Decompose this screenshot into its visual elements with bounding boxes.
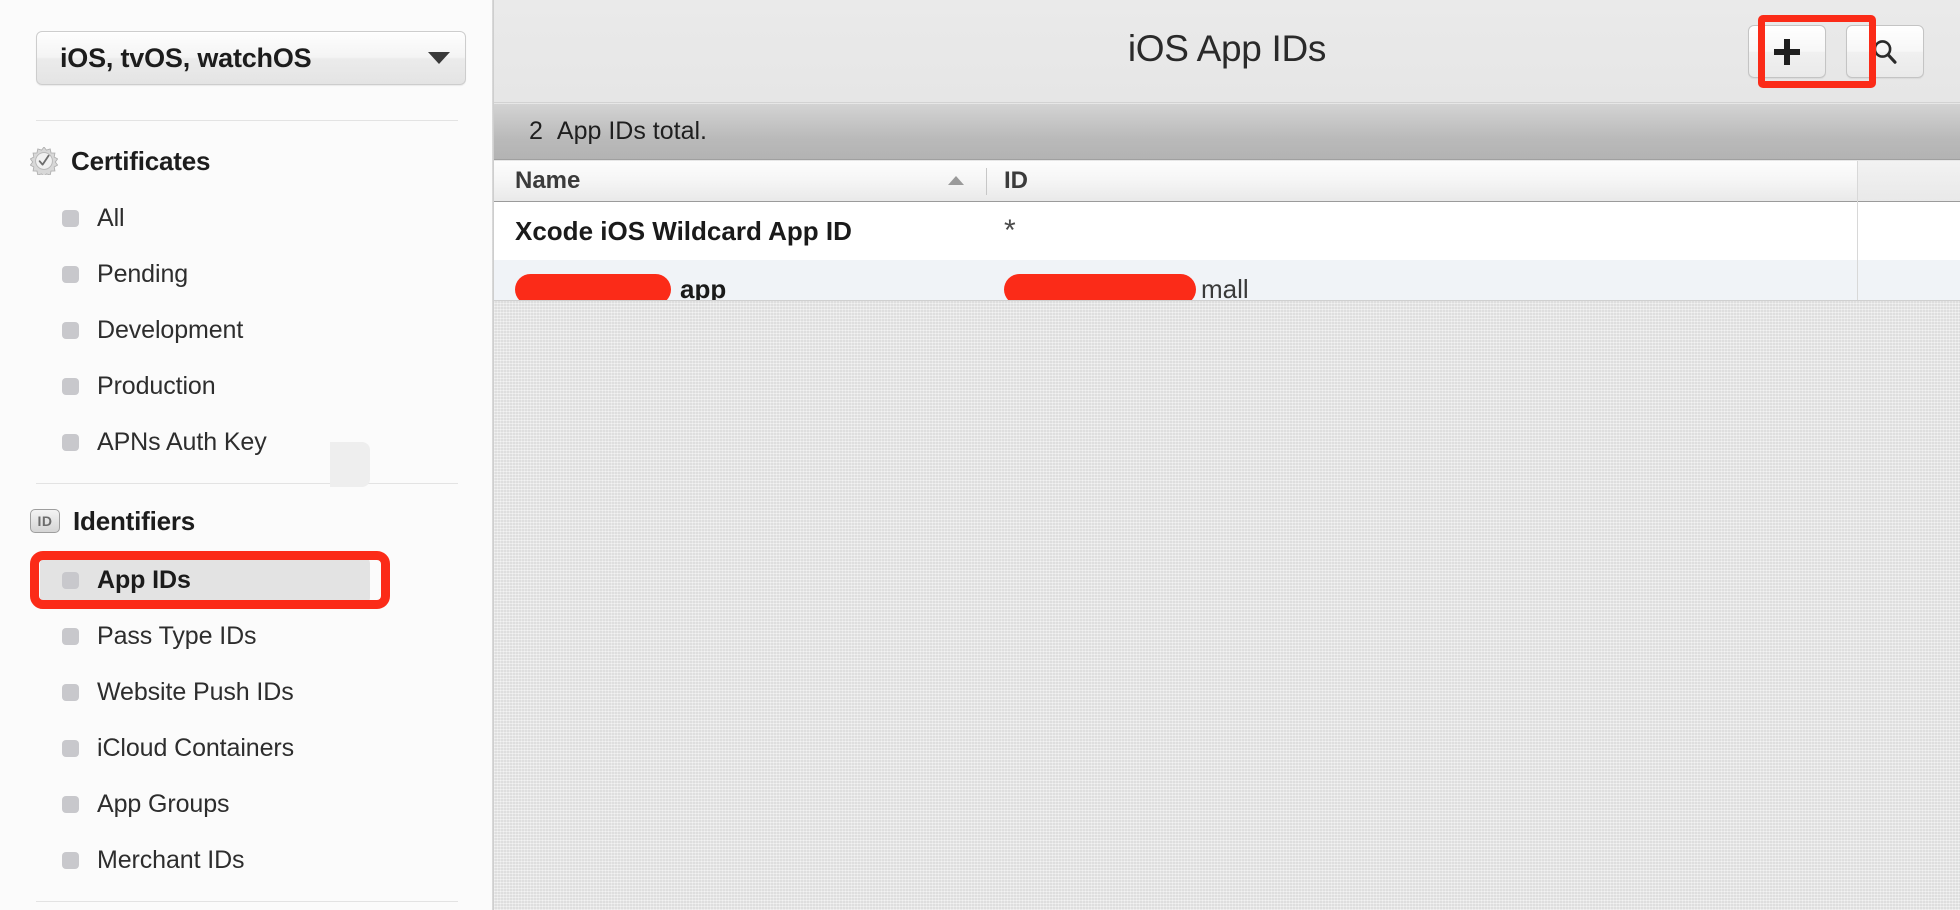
sort-ascending-icon bbox=[948, 176, 964, 185]
cell-name: Xcode iOS Wildcard App ID bbox=[515, 215, 852, 246]
sidebar-item-merchant-ids[interactable]: Merchant IDs bbox=[40, 838, 460, 882]
sidebar-border bbox=[492, 0, 494, 910]
sidebar-item-label: APNs Auth Key bbox=[97, 427, 267, 456]
sidebar-item-development[interactable]: Development bbox=[40, 308, 460, 352]
chevron-down-icon bbox=[413, 52, 465, 64]
sidebar-item-label: All bbox=[97, 203, 125, 232]
sidebar-section-certificates: Certificates bbox=[30, 144, 210, 178]
table-row[interactable]: Xcode iOS Wildcard App ID * bbox=[494, 202, 1960, 260]
bullet-icon bbox=[62, 377, 79, 395]
bullet-icon bbox=[62, 627, 79, 645]
sidebar-item-pending[interactable]: Pending bbox=[40, 252, 460, 296]
sidebar-item-label: App Groups bbox=[97, 789, 230, 818]
column-header-name[interactable]: Name bbox=[494, 161, 986, 201]
bullet-icon bbox=[62, 433, 79, 451]
sidebar-item-label: App IDs bbox=[97, 566, 191, 594]
header-button-group bbox=[1748, 25, 1924, 78]
main-content: iOS App IDs 2 App IDs total. Name ID Xco… bbox=[494, 0, 1960, 910]
platform-select[interactable]: iOS, tvOS, watchOS bbox=[36, 31, 466, 85]
sidebar-item-label: Website Push IDs bbox=[97, 677, 294, 706]
sidebar-item-icloud-containers[interactable]: iCloud Containers bbox=[40, 726, 460, 770]
sidebar-section-identifiers: ID Identifiers bbox=[30, 504, 195, 538]
sidebar-divider-bottom bbox=[36, 901, 458, 902]
sidebar-item-all[interactable]: All bbox=[40, 196, 460, 240]
status-bar: 2 App IDs total. bbox=[494, 104, 1960, 160]
bullet-icon bbox=[62, 739, 79, 757]
cell-id: * bbox=[1004, 214, 1016, 247]
bullet-icon bbox=[62, 851, 79, 869]
sidebar-item-pass-type-ids[interactable]: Pass Type IDs bbox=[40, 614, 460, 658]
sidebar-item-label: Pending bbox=[97, 259, 189, 288]
sidebar-item-app-groups[interactable]: App Groups bbox=[40, 782, 460, 826]
table-header-row: Name ID bbox=[494, 161, 1960, 202]
sidebar-item-label: Production bbox=[97, 371, 216, 400]
sidebar-divider-top bbox=[36, 120, 458, 121]
sidebar-item-label: Development bbox=[97, 315, 244, 344]
sidebar-content: iOS, tvOS, watchOS Certificates All Pend… bbox=[0, 0, 493, 910]
sidebar-section-title: Certificates bbox=[71, 145, 211, 176]
sidebar-item-production[interactable]: Production bbox=[40, 364, 460, 408]
sidebar-item-label: iCloud Containers bbox=[97, 733, 295, 762]
app-ids-table: Name ID Xcode iOS Wildcard App ID * app … bbox=[494, 161, 1960, 318]
column-header-label: Name bbox=[515, 167, 581, 194]
bullet-icon bbox=[62, 209, 79, 227]
sidebar-divider-middle bbox=[36, 483, 458, 484]
app-id-count-label: App IDs total. bbox=[556, 117, 707, 145]
bullet-icon bbox=[62, 795, 79, 813]
add-button[interactable] bbox=[1748, 25, 1826, 78]
search-icon bbox=[1870, 37, 1900, 67]
sidebar: iOS, tvOS, watchOS Certificates All Pend… bbox=[0, 0, 493, 910]
page-title: iOS App IDs bbox=[1127, 28, 1327, 69]
sidebar-item-website-push-ids[interactable]: Website Push IDs bbox=[40, 670, 460, 714]
column-header-label: ID bbox=[1004, 167, 1028, 194]
bullet-icon bbox=[62, 683, 79, 701]
table-scroll-gutter-edge bbox=[1857, 161, 1858, 300]
platform-select-value: iOS, tvOS, watchOS bbox=[60, 42, 312, 73]
table-scroll-gutter-header bbox=[1858, 161, 1960, 202]
sidebar-selection-tail bbox=[330, 442, 370, 487]
plus-icon bbox=[1774, 38, 1800, 65]
id-badge-icon: ID bbox=[30, 509, 60, 533]
sidebar-item-app-ids[interactable]: App IDs bbox=[40, 558, 370, 603]
bullet-icon bbox=[62, 321, 79, 339]
search-button[interactable] bbox=[1846, 25, 1924, 78]
bullet-icon bbox=[62, 265, 79, 283]
app-root: iOS, tvOS, watchOS Certificates All Pend… bbox=[0, 0, 1960, 910]
main-header: iOS App IDs bbox=[494, 0, 1960, 103]
app-id-count: 2 bbox=[529, 117, 543, 145]
column-header-id[interactable]: ID bbox=[987, 161, 1960, 201]
sidebar-item-apns-auth-key[interactable]: APNs Auth Key bbox=[40, 420, 460, 464]
empty-content-area bbox=[494, 300, 1960, 910]
sidebar-item-label: Pass Type IDs bbox=[97, 621, 257, 650]
bullet-icon bbox=[62, 572, 79, 589]
certificate-seal-icon bbox=[30, 147, 58, 175]
sidebar-item-label: Merchant IDs bbox=[97, 845, 245, 874]
sidebar-section-title: Identifiers bbox=[73, 505, 196, 536]
